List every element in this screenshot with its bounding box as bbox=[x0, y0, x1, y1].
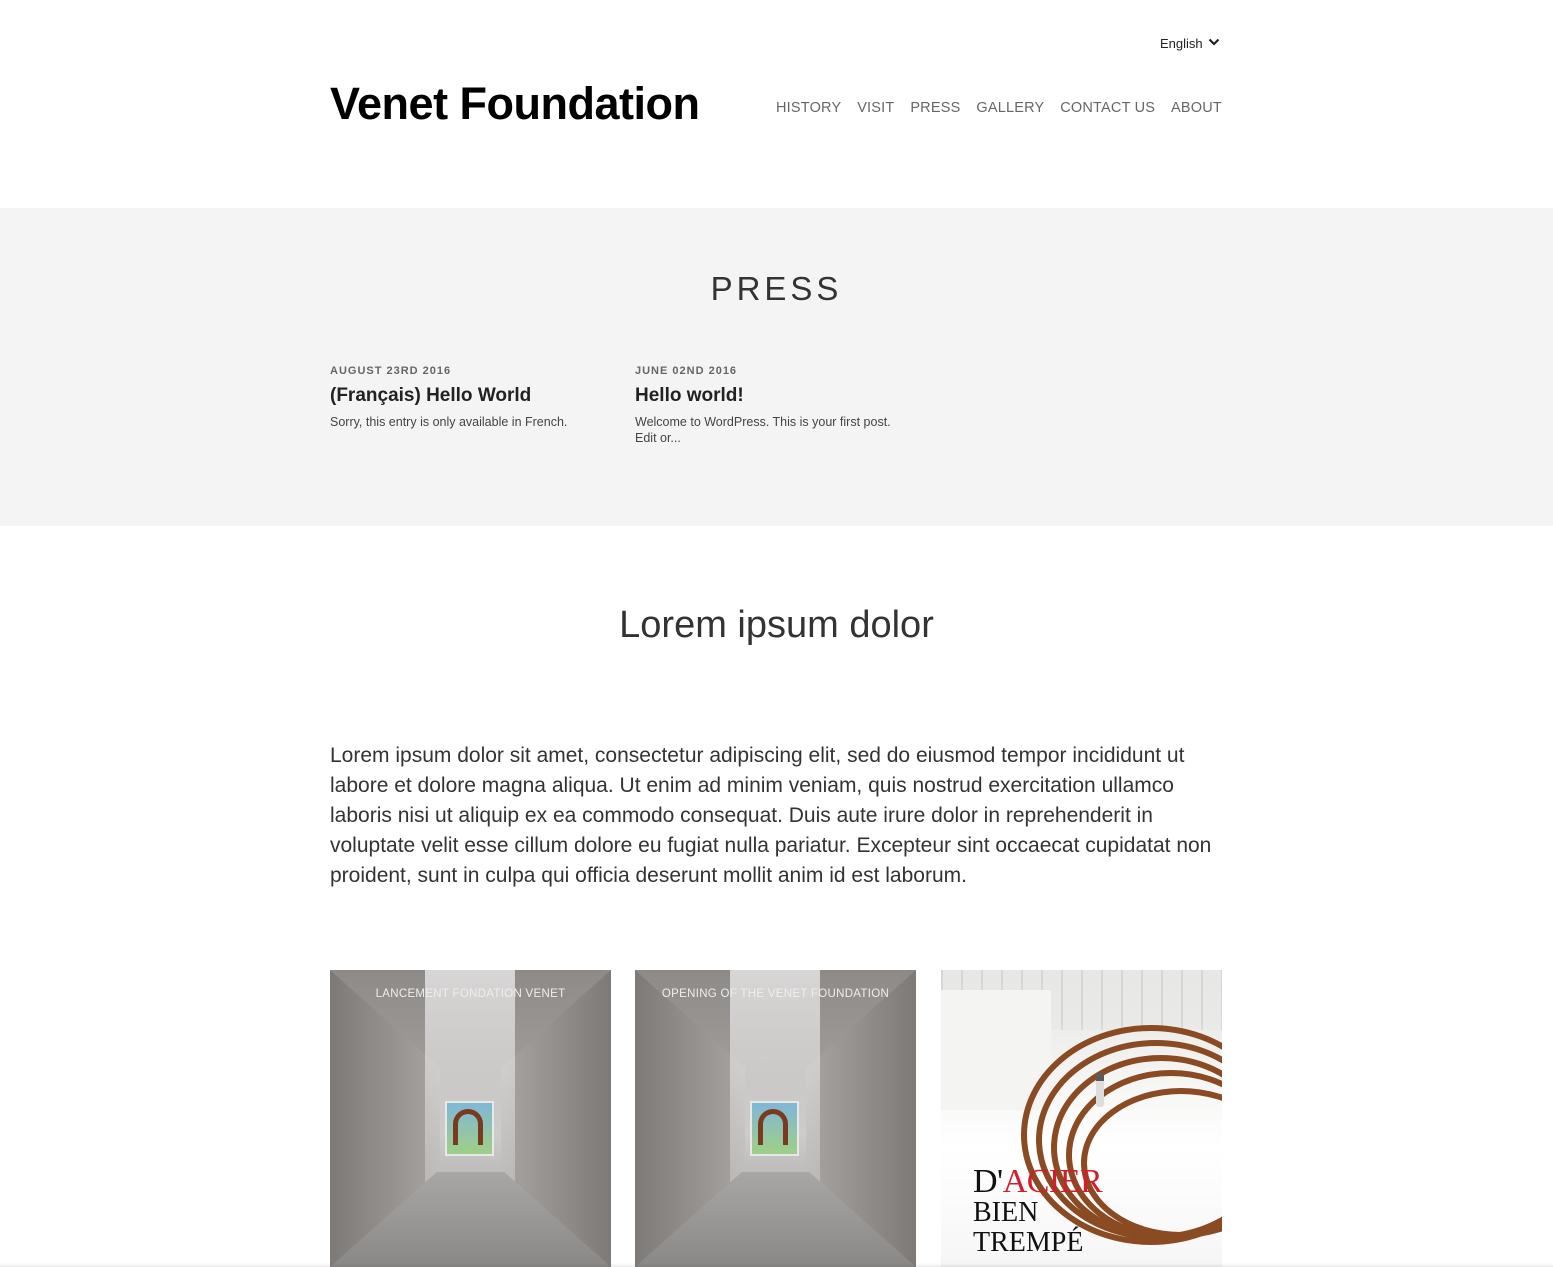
post-excerpt: Sorry, this entry is only available in F… bbox=[330, 415, 568, 429]
tile-subtitle-line: BIEN bbox=[973, 1197, 1039, 1228]
image-detail bbox=[1096, 1073, 1104, 1107]
press-section: PRESS AUGUST 23RD 2016 (Français) Hello … bbox=[0, 208, 1553, 526]
post-date: AUGUST 23RD 2016 bbox=[330, 365, 452, 377]
tile-subtitle-line: TREMPÉ bbox=[973, 1227, 1084, 1258]
gallery-image-opening[interactable]: OPENING OF THE VENET FOUNDATION bbox=[635, 970, 916, 1267]
nav-item-press[interactable]: PRESS bbox=[910, 100, 960, 116]
nav-item-contact-us[interactable]: CONTACT US bbox=[1060, 100, 1155, 116]
sculpture-shape bbox=[758, 1109, 788, 1145]
post-title-link[interactable]: Hello world! bbox=[635, 385, 910, 407]
press-heading: PRESS bbox=[710, 270, 843, 307]
nav-item-visit[interactable]: VISIT bbox=[857, 100, 894, 116]
body-paragraph: Lorem ipsum dolor sit amet, consectetur … bbox=[330, 744, 1212, 887]
tile-title: D'ACIER bbox=[973, 1163, 1103, 1201]
press-post: AUGUST 23RD 2016 (Français) Hello World … bbox=[330, 365, 590, 430]
gallery-image-acier[interactable]: D'ACIER BIEN TREMPÉ bbox=[941, 970, 1222, 1267]
tile-title-black: D' bbox=[973, 1163, 1003, 1200]
tile-title-red: ACIER bbox=[1002, 1163, 1103, 1200]
gallery-image-launch[interactable]: LANCEMENT FONDATION VENET bbox=[330, 970, 611, 1267]
page-edge bbox=[0, 1263, 1553, 1267]
sculpture-shape bbox=[453, 1109, 483, 1145]
post-title-link[interactable]: (Français) Hello World bbox=[330, 385, 590, 407]
section-title: Lorem ipsum dolor bbox=[619, 604, 934, 646]
nav-item-about[interactable]: ABOUT bbox=[1171, 100, 1222, 116]
site-title[interactable]: Venet Foundation bbox=[330, 78, 700, 130]
press-post: JUNE 02ND 2016 Hello world! Welcome to W… bbox=[635, 365, 910, 446]
tile-subtitle: BIEN TREMPÉ bbox=[973, 1198, 1083, 1258]
tile-caption: OPENING OF THE VENET FOUNDATION bbox=[661, 988, 890, 1000]
chevron-down-icon bbox=[1208, 36, 1220, 51]
nav-item-gallery[interactable]: GALLERY bbox=[976, 100, 1044, 116]
post-excerpt: Welcome to WordPress. This is your first… bbox=[635, 415, 891, 445]
main-nav: HISTORY VISIT PRESS GALLERY CONTACT US A… bbox=[776, 100, 1222, 116]
nav-item-history[interactable]: HISTORY bbox=[776, 100, 841, 116]
post-date: JUNE 02ND 2016 bbox=[635, 365, 738, 377]
tile-caption: LANCEMENT FONDATION VENET bbox=[375, 988, 566, 1000]
language-label: English bbox=[1160, 36, 1203, 51]
language-selector[interactable]: English bbox=[1160, 36, 1220, 51]
